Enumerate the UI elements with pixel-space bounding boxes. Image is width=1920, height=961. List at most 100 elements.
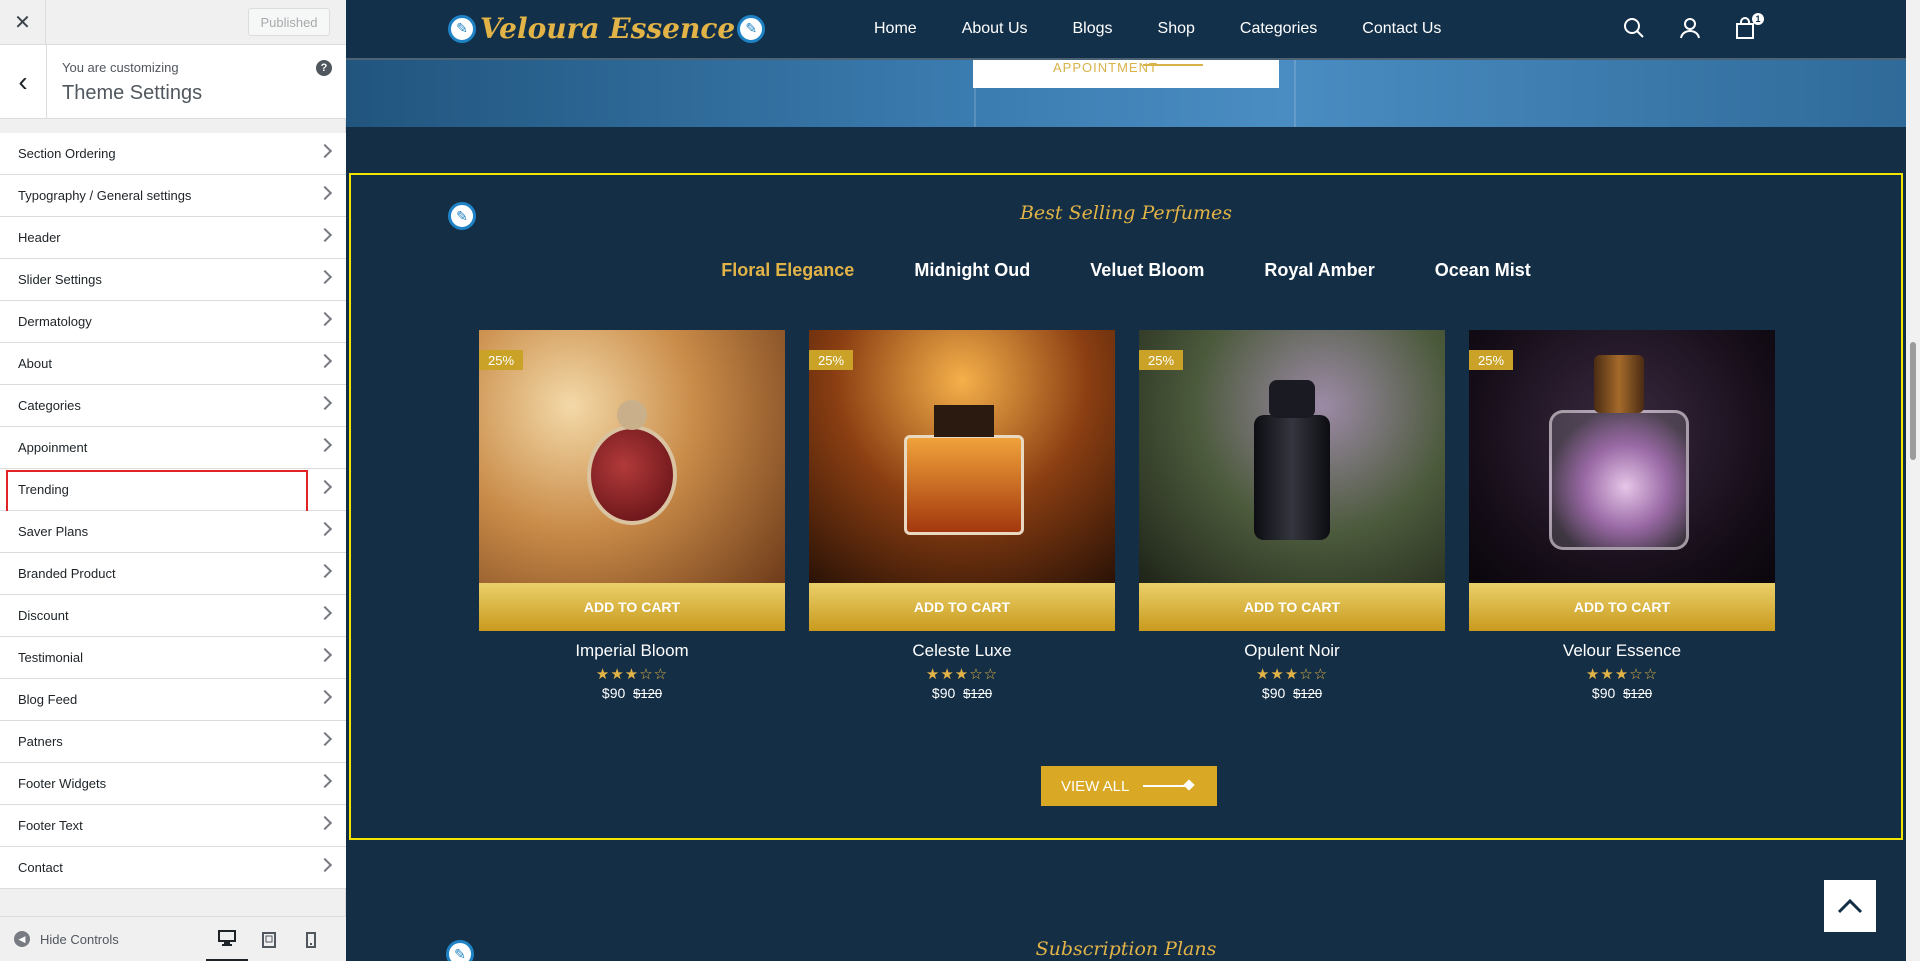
scrollbar-thumb[interactable] [1910,342,1916,460]
section-item-categories[interactable]: Categories [0,385,346,427]
section-item-discount[interactable]: Discount [0,595,346,637]
nav-blogs[interactable]: Blogs [1073,20,1113,38]
nav-shop[interactable]: Shop [1158,20,1195,38]
product-name[interactable]: Celeste Luxe [809,641,1115,661]
section-item-about[interactable]: About [0,343,346,385]
price-current: $90 [1261,685,1286,701]
product-image[interactable]: 25% [479,330,785,583]
back-button[interactable]: ‹ [0,45,47,119]
section-item-trending[interactable]: Trending [0,469,346,514]
section-item-typography[interactable]: Typography / General settings [0,175,346,217]
section-item-footer-widgets[interactable]: Footer Widgets [0,763,346,805]
tab-royal-amber[interactable]: Royal Amber [1264,260,1374,281]
tablet-preview-button[interactable] [248,917,290,961]
section-item-saver-plans[interactable]: Saver Plans [0,511,346,553]
product-card: 25% ADD TO CART Velour Essence ★★★☆☆ $90… [1469,330,1775,701]
tab-ocean-mist[interactable]: Ocean Mist [1435,260,1531,281]
product-image[interactable]: 25% [1469,330,1775,583]
tab-veluet-bloom[interactable]: Veluet Bloom [1090,260,1204,281]
section-item-dermatology[interactable]: Dermatology [0,301,346,343]
collapse-icon: ◀ [14,931,30,947]
discount-badge: 25% [479,350,523,370]
section-item-label: Section Ordering [18,146,116,161]
appointment-button[interactable]: APPOINTMENT [973,58,1279,88]
section-item-label: Footer Text [18,818,83,833]
section-item-footer-text[interactable]: Footer Text [0,805,346,847]
edit-nav-pencil-icon[interactable]: ✎ [737,14,766,43]
rating-stars-icon: ★★★☆☆ [595,666,669,683]
section-item-appoinment[interactable]: Appoinment [0,427,346,469]
tab-midnight-oud[interactable]: Midnight Oud [914,260,1030,281]
section-item-patners[interactable]: Patners [0,721,346,763]
price-old: $120 [963,686,993,701]
nav-contact-us[interactable]: Contact Us [1362,20,1441,38]
rating-stars-icon: ★★★☆☆ [1585,666,1659,683]
product-image[interactable]: 25% [1139,330,1445,583]
mobile-preview-button[interactable] [290,917,332,961]
section-item-label: Testimonial [18,650,84,665]
rating-stars-icon: ★★★☆☆ [925,666,999,683]
add-to-cart-button[interactable]: ADD TO CART [1139,583,1445,631]
section-item-blog-feed[interactable]: Blog Feed [0,679,346,721]
tab-floral-elegance[interactable]: Floral Elegance [721,260,854,281]
logo-area: ✎ Veloura Essence ✎ [448,12,766,45]
search-button[interactable] [1622,16,1648,42]
scroll-to-top-button[interactable] [1824,880,1876,932]
chevron-left-icon: ‹ [18,66,28,97]
main-nav: Home About Us Blogs Shop Categories Cont… [874,20,1486,38]
account-button[interactable] [1678,16,1704,42]
product-name[interactable]: Velour Essence [1469,641,1775,661]
nav-categories[interactable]: Categories [1240,20,1317,38]
hide-controls-button[interactable]: ◀ Hide Controls [14,931,119,947]
section-item-label: Header [18,230,61,245]
product-name[interactable]: Opulent Noir [1139,641,1445,661]
chevron-right-icon [317,731,333,747]
section-item-label: Trending [18,482,69,497]
close-customizer-button[interactable]: ✕ [0,0,46,45]
section-item-branded-product[interactable]: Branded Product [0,553,346,595]
chevron-right-icon [317,269,333,285]
help-icon[interactable]: ? [316,60,332,76]
chevron-right-icon [317,311,333,327]
add-to-cart-button[interactable]: ADD TO CART [479,583,785,631]
mobile-icon [306,931,316,948]
cart-button[interactable]: 1 [1734,13,1764,42]
bottle-cap [617,400,647,430]
view-all-button[interactable]: VIEW ALL [1041,766,1217,806]
section-item-testimonial[interactable]: Testimonial [0,637,346,679]
nav-home[interactable]: Home [874,20,917,38]
section-item-header[interactable]: Header [0,217,346,259]
category-tabs: Floral Elegance Midnight Oud Veluet Bloo… [351,260,1901,281]
product-price: $90 $120 [1139,685,1445,701]
price-old: $120 [1623,686,1653,701]
section-item-label: Dermatology [18,314,92,329]
edit-logo-pencil-icon[interactable]: ✎ [448,14,476,43]
price-current: $90 [1591,685,1616,701]
search-icon [1624,18,1644,38]
chevron-right-icon [317,773,333,789]
add-to-cart-button[interactable]: ADD TO CART [1469,583,1775,631]
chevron-right-icon [317,479,333,495]
page-scrollbar[interactable] [1906,0,1920,961]
customizing-label: You are customizing [62,60,179,75]
arrow-right-icon [1143,785,1189,787]
header-actions: 1 [1622,13,1790,42]
product-image[interactable]: 25% [809,330,1115,583]
site-logo[interactable]: Veloura Essence [480,12,735,45]
section-item-label: Patners [18,734,63,749]
tablet-icon [262,931,276,948]
add-to-cart-button[interactable]: ADD TO CART [809,583,1115,631]
customizer-info: ‹ You are customizing Theme Settings ? [0,45,346,119]
nav-about-us[interactable]: About Us [962,20,1028,38]
product-name[interactable]: Imperial Bloom [479,641,785,661]
product-price: $90 $120 [809,685,1115,701]
site-header: ✎ Veloura Essence ✎ Home About Us Blogs … [346,0,1906,60]
published-button[interactable]: Published [248,8,330,36]
desktop-preview-button[interactable] [206,917,248,961]
site-preview: APPOINTMENT ✎ Veloura Essence ✎ Home Abo… [346,0,1906,961]
section-item-section-ordering[interactable]: Section Ordering [0,133,346,175]
chevron-right-icon [317,395,333,411]
section-item-slider-settings[interactable]: Slider Settings [0,259,346,301]
section-item-contact[interactable]: Contact [0,847,346,889]
product-price: $90 $120 [479,685,785,701]
